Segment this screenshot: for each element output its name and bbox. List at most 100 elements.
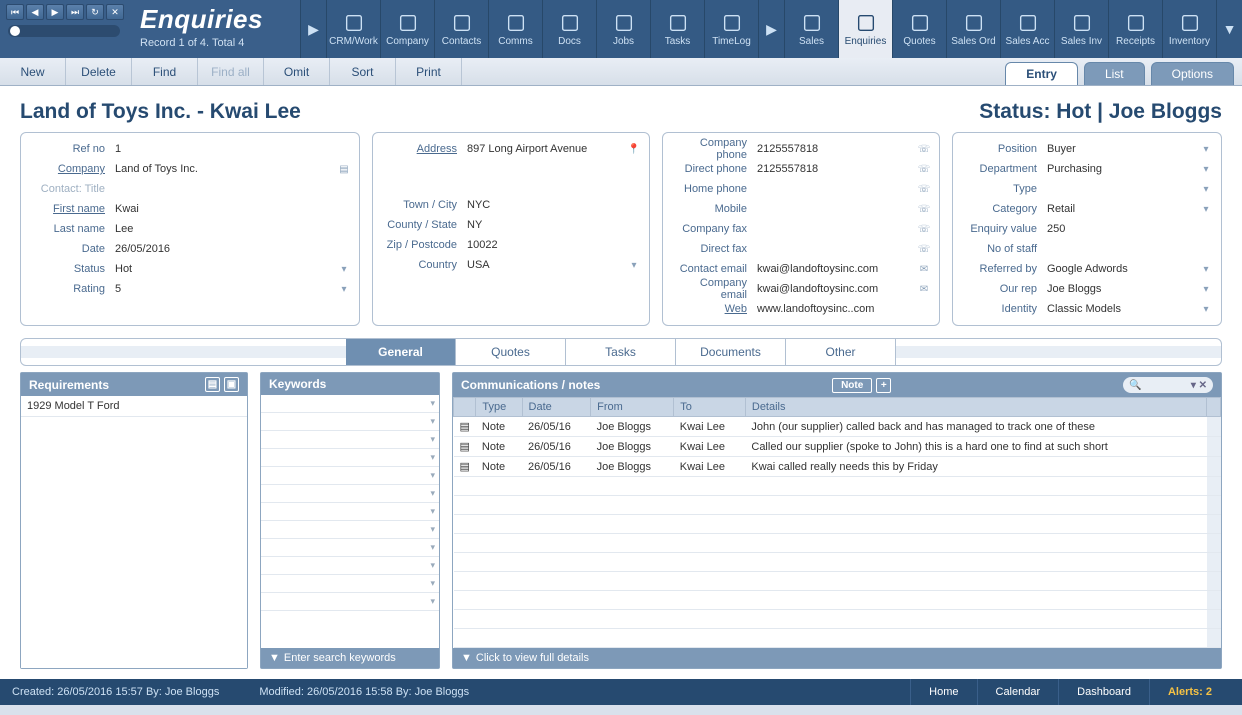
module-crmwork[interactable]: CRM/Work bbox=[326, 0, 380, 58]
subtab-documents[interactable]: Documents bbox=[676, 339, 786, 365]
field-last-name[interactable] bbox=[111, 220, 337, 238]
dropdown-icon[interactable]: ▾ bbox=[1199, 164, 1213, 175]
phone-icon[interactable]: ☏ bbox=[917, 224, 931, 235]
field-enquiry-value[interactable] bbox=[1043, 220, 1199, 238]
keyword-slot[interactable]: ▾ bbox=[261, 539, 439, 557]
module-arrow[interactable]: ▶ bbox=[758, 0, 784, 58]
subtab-quotes[interactable]: Quotes bbox=[456, 339, 566, 365]
note-add-button[interactable]: + bbox=[876, 378, 891, 393]
keyword-slot[interactable]: ▾ bbox=[261, 557, 439, 575]
refresh-button[interactable]: ↻ bbox=[86, 4, 104, 20]
alerts-button[interactable]: Alerts: 2 bbox=[1149, 679, 1230, 705]
sort-button[interactable]: Sort bbox=[330, 58, 396, 85]
field-address[interactable] bbox=[463, 140, 627, 158]
phone-icon[interactable]: ☏ bbox=[917, 244, 931, 255]
module-enquiries[interactable]: Enquiries bbox=[838, 0, 892, 58]
field-mobile[interactable] bbox=[753, 200, 917, 218]
footer-home-button[interactable]: Home bbox=[910, 679, 976, 705]
field-home-phone[interactable] bbox=[753, 180, 917, 198]
field-ref-no[interactable] bbox=[111, 140, 337, 158]
field-position[interactable] bbox=[1043, 140, 1199, 158]
field-category[interactable] bbox=[1043, 200, 1199, 218]
col-details[interactable]: Details bbox=[745, 398, 1206, 417]
find-button[interactable]: Find bbox=[132, 58, 198, 85]
col-from[interactable]: From bbox=[591, 398, 674, 417]
field-zip---postcode[interactable] bbox=[463, 236, 627, 254]
keyword-slot[interactable]: ▾ bbox=[261, 413, 439, 431]
delete-button[interactable]: Delete bbox=[66, 58, 132, 85]
find-all-button[interactable]: Find all bbox=[198, 58, 264, 85]
keyword-slot[interactable]: ▾ bbox=[261, 467, 439, 485]
record-slider[interactable] bbox=[8, 25, 120, 37]
view-tab-options[interactable]: Options bbox=[1151, 62, 1234, 85]
field-contact--title[interactable] bbox=[111, 180, 337, 198]
phone-icon[interactable]: ☏ bbox=[917, 144, 931, 155]
keyword-slot[interactable]: ▾ bbox=[261, 485, 439, 503]
keyword-slot[interactable]: ▾ bbox=[261, 575, 439, 593]
field-company[interactable] bbox=[111, 160, 337, 178]
dropdown-icon[interactable]: ▾ bbox=[1199, 284, 1213, 295]
country-dropdown-icon[interactable]: ▾ bbox=[627, 260, 641, 271]
view-tab-entry[interactable]: Entry bbox=[1005, 62, 1078, 85]
field-direct-fax[interactable] bbox=[753, 240, 917, 258]
requirements-add-icon[interactable]: ▣ bbox=[224, 377, 239, 392]
module-contacts[interactable]: Contacts bbox=[434, 0, 488, 58]
search-clear-icon[interactable]: ▾ ✕ bbox=[1191, 380, 1207, 391]
field-first-name[interactable] bbox=[111, 200, 337, 218]
next-record-button[interactable]: ▶ bbox=[46, 4, 64, 20]
field-country[interactable] bbox=[463, 256, 627, 274]
first-record-button[interactable]: ⏮ bbox=[6, 4, 24, 20]
rating-dropdown-icon[interactable]: ▾ bbox=[337, 284, 351, 295]
new-button[interactable]: New bbox=[0, 58, 66, 85]
field-no-of-staff[interactable] bbox=[1043, 240, 1199, 258]
field-county---state[interactable] bbox=[463, 216, 627, 234]
module-salesinv[interactable]: Sales Inv bbox=[1054, 0, 1108, 58]
dropdown-icon[interactable]: ▾ bbox=[1199, 184, 1213, 195]
dropdown-icon[interactable]: ▾ bbox=[1199, 144, 1213, 155]
close-button[interactable]: ✕ bbox=[106, 4, 124, 20]
view-tab-list[interactable]: List bbox=[1084, 62, 1145, 85]
print-button[interactable]: Print bbox=[396, 58, 462, 85]
field-referred-by[interactable] bbox=[1043, 260, 1199, 278]
field-company-phone[interactable] bbox=[753, 140, 917, 158]
col-type[interactable]: Type bbox=[476, 398, 522, 417]
comms-search[interactable]: 🔍 ▾ ✕ bbox=[1123, 377, 1213, 393]
module-comms[interactable]: Comms bbox=[488, 0, 542, 58]
field-web[interactable] bbox=[753, 300, 917, 318]
omit-button[interactable]: Omit bbox=[264, 58, 330, 85]
keyword-slot[interactable]: ▾ bbox=[261, 503, 439, 521]
dropdown-icon[interactable]: ▾ bbox=[1199, 304, 1213, 315]
comms-footer[interactable]: ▼ Click to view full details bbox=[453, 648, 1221, 668]
module-inventory[interactable]: Inventory bbox=[1162, 0, 1216, 58]
module-salesord[interactable]: Sales Ord bbox=[946, 0, 1000, 58]
requirement-item[interactable]: 1929 Model T Ford bbox=[21, 396, 247, 417]
module-menu-arrow[interactable]: ▼ bbox=[1216, 0, 1242, 58]
field-contact-email[interactable] bbox=[753, 260, 917, 278]
keyword-slot[interactable]: ▾ bbox=[261, 431, 439, 449]
module-quotes[interactable]: Quotes bbox=[892, 0, 946, 58]
col-date[interactable]: Date bbox=[522, 398, 591, 417]
module-sales[interactable]: Sales bbox=[784, 0, 838, 58]
subtab-other[interactable]: Other bbox=[786, 339, 896, 365]
col-to[interactable]: To bbox=[674, 398, 746, 417]
field-department[interactable] bbox=[1043, 160, 1199, 178]
field-company-fax[interactable] bbox=[753, 220, 917, 238]
keywords-footer[interactable]: ▼ Enter search keywords bbox=[261, 648, 439, 668]
map-pin-icon[interactable]: 📍 bbox=[627, 144, 641, 155]
module-tasks[interactable]: Tasks bbox=[650, 0, 704, 58]
comm-row[interactable]: ▤Note26/05/16Joe BloggsKwai LeeJohn (our… bbox=[454, 417, 1221, 437]
field-identity[interactable] bbox=[1043, 300, 1199, 318]
phone-icon[interactable]: ☏ bbox=[917, 164, 931, 175]
subtab-general[interactable]: General bbox=[346, 339, 456, 365]
field-rating[interactable] bbox=[111, 280, 337, 298]
footer-calendar-button[interactable]: Calendar bbox=[977, 679, 1059, 705]
field-date[interactable] bbox=[111, 240, 337, 258]
status-dropdown-icon[interactable]: ▾ bbox=[337, 264, 351, 275]
keyword-slot[interactable]: ▾ bbox=[261, 593, 439, 611]
email-icon[interactable]: ✉ bbox=[917, 264, 931, 275]
comm-row[interactable]: ▤Note26/05/16Joe BloggsKwai LeeCalled ou… bbox=[454, 437, 1221, 457]
field-type[interactable] bbox=[1043, 180, 1199, 198]
field-our-rep[interactable] bbox=[1043, 280, 1199, 298]
dropdown-icon[interactable]: ▾ bbox=[1199, 204, 1213, 215]
field-company-email[interactable] bbox=[753, 280, 917, 298]
